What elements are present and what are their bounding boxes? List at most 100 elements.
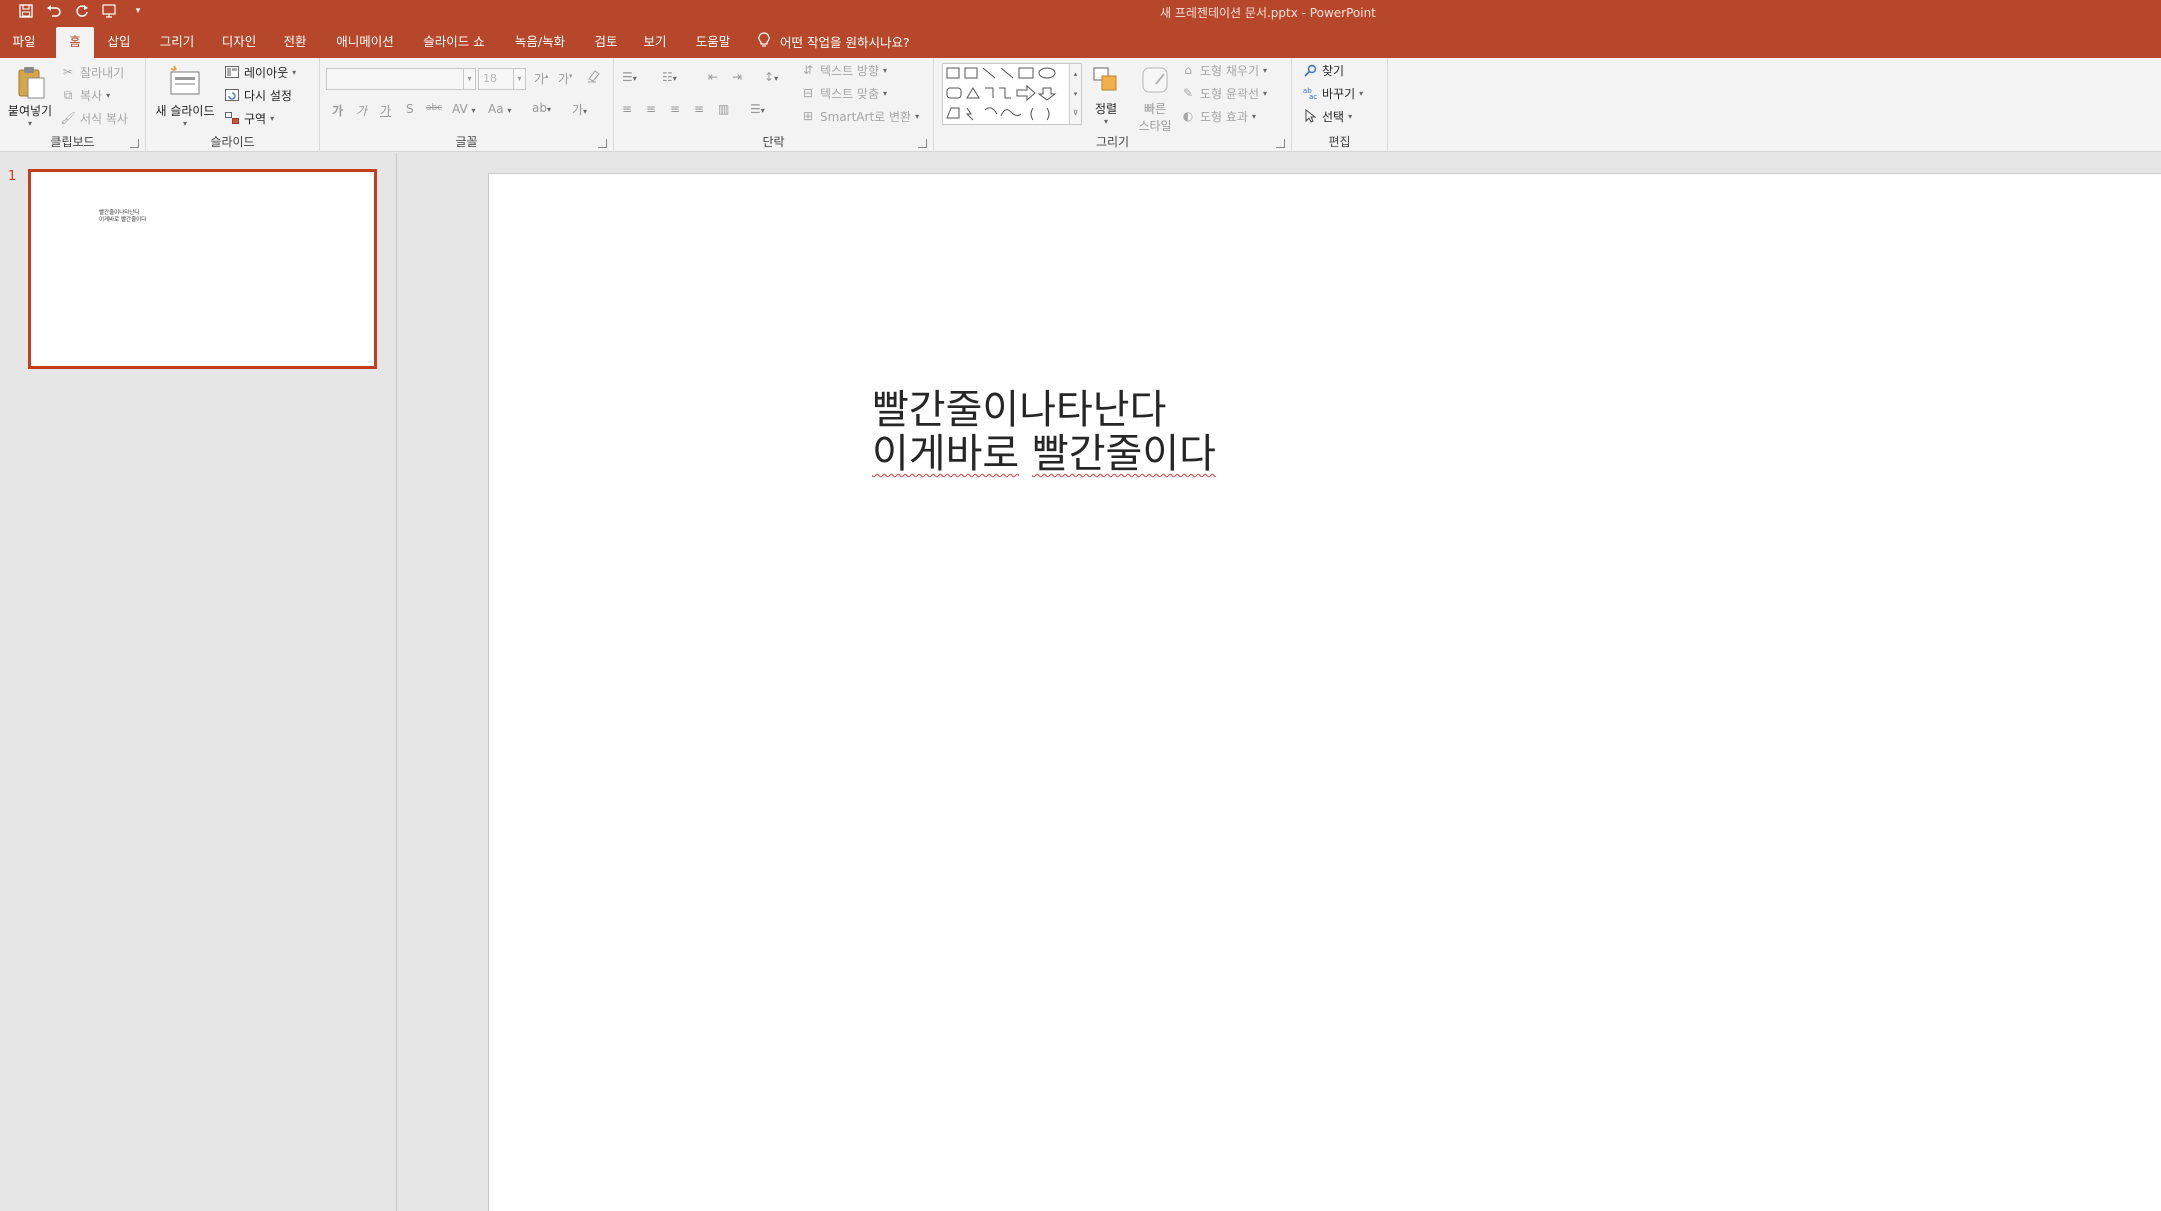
tab-file[interactable]: 파일 [0, 27, 48, 58]
layout-icon [224, 64, 240, 80]
dialog-launcher-icon[interactable] [130, 139, 139, 148]
shapes-gallery[interactable]: ▴ ▾ ⊽ [942, 63, 1082, 125]
font-name-combo[interactable]: ▾ [326, 68, 476, 90]
dialog-launcher-icon[interactable] [598, 139, 607, 148]
tab-insert[interactable]: 삽입 [100, 27, 138, 58]
dialog-launcher-icon[interactable] [1276, 139, 1285, 148]
slide-textbox[interactable]: 빨간줄이나타난다 이게바로 빨간줄이다 [872, 388, 1216, 476]
save-icon[interactable] [12, 2, 40, 20]
align-right-icon[interactable]: ≡ [670, 102, 680, 116]
decrease-indent-icon[interactable]: ⇤ [708, 70, 718, 84]
quick-styles-icon [1140, 64, 1170, 98]
bullets-icon[interactable]: ☰▾ [622, 70, 637, 84]
layout-label: 레이아웃 [244, 65, 289, 80]
dialog-launcher-icon[interactable] [918, 139, 927, 148]
present-from-start-icon[interactable] [96, 2, 124, 20]
smartart-icon: ⊞ [802, 109, 814, 123]
columns-icon[interactable]: ▥ [718, 102, 729, 116]
font-color-icon[interactable]: 가▾ [572, 101, 587, 118]
font-size-value: 18 [483, 72, 497, 85]
replace-button[interactable]: ab ac 바꾸기 ▾ [1302, 83, 1363, 103]
cursor-arrow-icon [1302, 108, 1318, 124]
change-case-button[interactable]: Aa ▾ [488, 102, 511, 116]
tab-animations[interactable]: 애니메이션 [324, 27, 406, 58]
line-spacing-icon[interactable]: ↕▾ [764, 70, 778, 84]
underline-button[interactable]: 가 [380, 102, 391, 119]
select-button[interactable]: 선택 ▾ [1302, 106, 1352, 126]
tab-record[interactable]: 녹음/녹화 [504, 27, 576, 58]
tab-review[interactable]: 검토 [586, 27, 626, 58]
character-spacing-button[interactable]: AV ▾ [452, 102, 476, 116]
shadow-button[interactable]: S [406, 102, 414, 116]
find-button[interactable]: 찾기 [1302, 60, 1344, 80]
strikethrough-button[interactable]: abc [426, 103, 442, 113]
italic-button[interactable]: 가 [356, 102, 367, 119]
shapes-gallery-scroll[interactable]: ▴ ▾ ⊽ [1069, 64, 1081, 124]
tab-help[interactable]: 도움말 [686, 27, 740, 58]
align-vertical-icon[interactable]: ☰▾ [750, 102, 765, 116]
slide-thumbnail-pane[interactable]: 1 빨간줄이나타난다 이게바로 빨간줄이다 [0, 153, 397, 1211]
section-button[interactable]: 구역 ▾ [224, 108, 274, 128]
copy-button[interactable]: ⧉ 복사 ▾ [60, 85, 110, 105]
shape-effects-button[interactable]: ◐ 도형 효과 ▾ [1180, 106, 1256, 126]
chevron-down-icon: ▾ [1348, 111, 1353, 121]
pen-icon: ✎ [1182, 86, 1194, 100]
format-painter-button[interactable]: 🖌 서식 복사 [60, 108, 128, 128]
text-direction-button[interactable]: ⇵ 텍스트 방향 ▾ [800, 60, 887, 80]
quick-styles-button[interactable]: 빠른 스타일 [1130, 64, 1180, 134]
shape-fill-label: 도형 채우기 [1200, 63, 1260, 78]
tell-me-search[interactable]: 어떤 작업을 원하시나요? [758, 27, 910, 58]
thumbnail-line-1: 빨간줄이나타난다 [99, 210, 140, 216]
highlight-icon[interactable]: ab▾ [532, 101, 551, 115]
smartart-button[interactable]: ⊞ SmartArt로 변환 ▾ [800, 106, 919, 126]
shape-outline-button[interactable]: ✎ 도형 윤곽선 ▾ [1180, 83, 1267, 103]
tab-design[interactable]: 디자인 [212, 27, 266, 58]
increase-indent-icon[interactable]: ⇥ [732, 70, 742, 84]
font-size-combo[interactable]: 18 ▾ [478, 68, 526, 90]
reset-icon [224, 87, 240, 103]
reset-button[interactable]: 다시 설정 [224, 85, 292, 105]
tab-transitions[interactable]: 전환 [274, 27, 316, 58]
chevron-down-icon[interactable]: ▾ [463, 69, 475, 89]
justify-icon[interactable]: ≡ [694, 102, 704, 116]
chevron-down-icon: ▾ [883, 65, 888, 75]
tab-home[interactable]: 홈 [56, 27, 94, 58]
bold-button[interactable]: 가 [332, 102, 343, 119]
group-label-paragraph: 단락 [762, 135, 785, 149]
misspelled-word[interactable]: 이게바로 [872, 431, 1019, 477]
shape-fill-button[interactable]: ⌂ 도형 채우기 ▾ [1180, 60, 1267, 80]
arrange-label: 정렬 [1094, 102, 1118, 116]
tab-slideshow[interactable]: 슬라이드 쇼 [414, 27, 494, 58]
cut-button[interactable]: ✂ 잘라내기 [60, 62, 124, 82]
undo-icon[interactable] [40, 2, 68, 20]
customize-qat-icon[interactable]: ▾ [124, 2, 152, 20]
arrange-button[interactable]: 정렬 ▾ [1084, 64, 1128, 126]
redo-icon[interactable] [68, 2, 96, 20]
misspelled-word[interactable]: 빨간줄이다 [1032, 431, 1216, 477]
slide-canvas[interactable]: 빨간줄이나타난다 이게바로 빨간줄이다 [488, 173, 2161, 1211]
title-bar: ▾ 새 프레젠테이션 문서.pptx - PowerPoint [0, 0, 2161, 22]
numbering-icon[interactable]: ☷▾ [662, 70, 677, 84]
chevron-down-icon: ▾ [1263, 65, 1268, 75]
cut-label: 잘라내기 [80, 65, 125, 80]
slide-text-line-2: 이게바로 빨간줄이다 [872, 432, 1216, 476]
clear-formatting-icon[interactable] [586, 69, 602, 86]
slide-editor[interactable]: 빨간줄이나타난다 이게바로 빨간줄이다 [398, 153, 2161, 1211]
lightbulb-icon [758, 28, 770, 58]
slide-thumbnail[interactable]: 빨간줄이나타난다 이게바로 빨간줄이다 [28, 169, 377, 369]
shrink-font-icon[interactable]: 가▾ [558, 70, 573, 87]
paste-button[interactable]: 붙여넣기 ▾ [2, 64, 58, 128]
align-text-label: 텍스트 맞춤 [820, 86, 880, 101]
group-label-slides: 슬라이드 [210, 135, 255, 149]
align-text-button[interactable]: ⊟ 텍스트 맞춤 ▾ [800, 83, 887, 103]
chevron-down-icon: ▾ [106, 90, 111, 100]
grow-font-icon[interactable]: 가▴ [534, 70, 549, 87]
tab-view[interactable]: 보기 [636, 27, 674, 58]
align-left-icon[interactable]: ≡ [622, 102, 632, 116]
tab-draw[interactable]: 그리기 [150, 27, 204, 58]
layout-button[interactable]: 레이아웃 ▾ [224, 62, 296, 82]
align-center-icon[interactable]: ≡ [646, 102, 656, 116]
text-direction-icon: ⇵ [802, 63, 814, 77]
chevron-down-icon[interactable]: ▾ [513, 69, 525, 89]
new-slide-button[interactable]: 새 슬라이드 ▾ [152, 64, 218, 128]
